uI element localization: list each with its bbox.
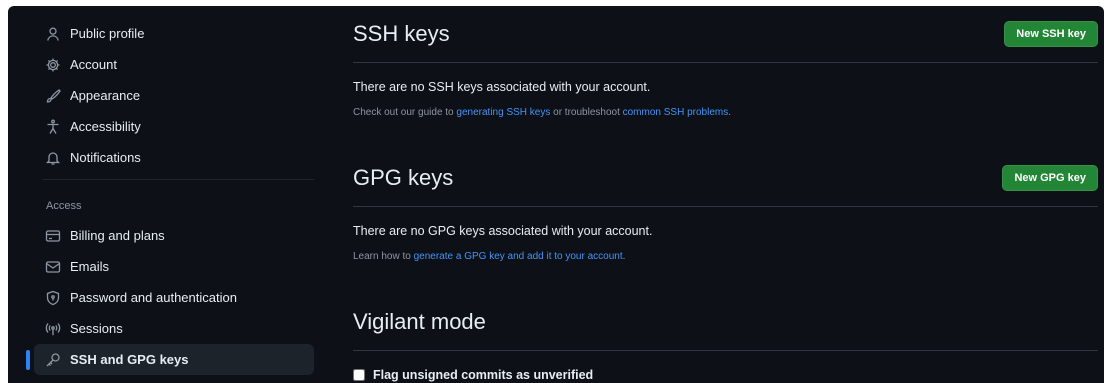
shield-lock-icon <box>45 290 61 306</box>
sidebar-item-label: Public profile <box>70 26 145 41</box>
settings-window: Public profile Account Appearance Access… <box>8 6 1104 383</box>
gear-icon <box>45 57 61 73</box>
sidebar-item-notifications[interactable]: Notifications <box>34 142 314 173</box>
sidebar-item-label: Sessions <box>70 321 123 336</box>
sidebar-item-billing[interactable]: Billing and plans <box>34 220 314 251</box>
paintbrush-icon <box>45 88 61 104</box>
broadcast-icon <box>45 321 61 337</box>
new-gpg-key-button[interactable]: New GPG key <box>1002 165 1098 191</box>
sidebar-item-label: Billing and plans <box>70 228 165 243</box>
ssh-keys-hint: Check out our guide to generating SSH ke… <box>353 107 1098 118</box>
vigilant-mode-title: Vigilant mode <box>353 309 486 334</box>
sidebar-item-label: Appearance <box>70 88 141 103</box>
vigilant-mode-header: Vigilant mode <box>353 294 1098 351</box>
sidebar-item-accessibility[interactable]: Accessibility <box>34 111 314 142</box>
mail-icon <box>45 259 61 275</box>
flag-unsigned-commits-label: Flag unsigned commits as unverified <box>373 368 594 382</box>
main-content: SSH keys New SSH key There are no SSH ke… <box>353 6 1098 382</box>
sidebar-item-password-authentication[interactable]: Password and authentication <box>34 282 314 313</box>
gpg-keys-hint: Learn how to generate a GPG key and add … <box>353 251 1098 262</box>
bell-icon <box>45 150 61 166</box>
hint-text: . <box>728 107 731 118</box>
person-icon <box>45 26 61 42</box>
generating-ssh-keys-link[interactable]: generating SSH keys <box>456 107 550 118</box>
sidebar-item-sessions[interactable]: Sessions <box>34 313 314 344</box>
sidebar-item-label: Account <box>70 57 117 72</box>
sidebar-item-label: Emails <box>70 259 110 274</box>
ssh-keys-header: SSH keys New SSH key <box>353 6 1098 63</box>
key-icon <box>45 352 61 368</box>
generate-gpg-key-link[interactable]: generate a GPG key and add it to your ac… <box>414 251 623 262</box>
sidebar-item-account[interactable]: Account <box>34 49 314 80</box>
gpg-keys-section: GPG keys New GPG key There are no GPG ke… <box>353 150 1098 262</box>
ssh-keys-section: SSH keys New SSH key There are no SSH ke… <box>353 6 1098 118</box>
sidebar-item-label: SSH and GPG keys <box>70 352 189 367</box>
sidebar-item-emails[interactable]: Emails <box>34 251 314 282</box>
sidebar-section-access-label: Access <box>46 200 82 212</box>
settings-sidebar: Public profile Account Appearance Access… <box>26 18 314 375</box>
flag-unsigned-commits-row[interactable]: Flag unsigned commits as unverified <box>353 368 1098 382</box>
sidebar-item-ssh-gpg-keys[interactable]: SSH and GPG keys <box>26 344 314 375</box>
credit-card-icon <box>45 228 61 244</box>
accessibility-icon <box>45 119 61 135</box>
new-ssh-key-button[interactable]: New SSH key <box>1004 21 1098 47</box>
sidebar-item-label: Notifications <box>70 150 141 165</box>
gpg-keys-empty-message: There are no GPG keys associated with yo… <box>353 224 653 238</box>
ssh-keys-empty-message: There are no SSH keys associated with yo… <box>353 80 651 94</box>
flag-unsigned-commits-checkbox[interactable] <box>353 369 365 381</box>
sidebar-item-appearance[interactable]: Appearance <box>34 80 314 111</box>
sidebar-item-public-profile[interactable]: Public profile <box>34 18 314 49</box>
hint-text: or troubleshoot <box>550 107 623 118</box>
hint-text: Learn how to <box>353 251 414 262</box>
hint-text: . <box>622 251 626 262</box>
vigilant-mode-section: Vigilant mode Flag unsigned commits as u… <box>353 294 1098 382</box>
common-ssh-problems-link[interactable]: common SSH problems <box>623 107 729 118</box>
gpg-keys-title: GPG keys <box>353 165 454 190</box>
gpg-keys-header: GPG keys New GPG key <box>353 150 1098 207</box>
ssh-keys-title: SSH keys <box>353 21 450 46</box>
hint-text: Check out our guide to <box>353 107 457 118</box>
sidebar-item-label: Accessibility <box>70 119 141 134</box>
sidebar-item-label: Password and authentication <box>70 290 237 305</box>
